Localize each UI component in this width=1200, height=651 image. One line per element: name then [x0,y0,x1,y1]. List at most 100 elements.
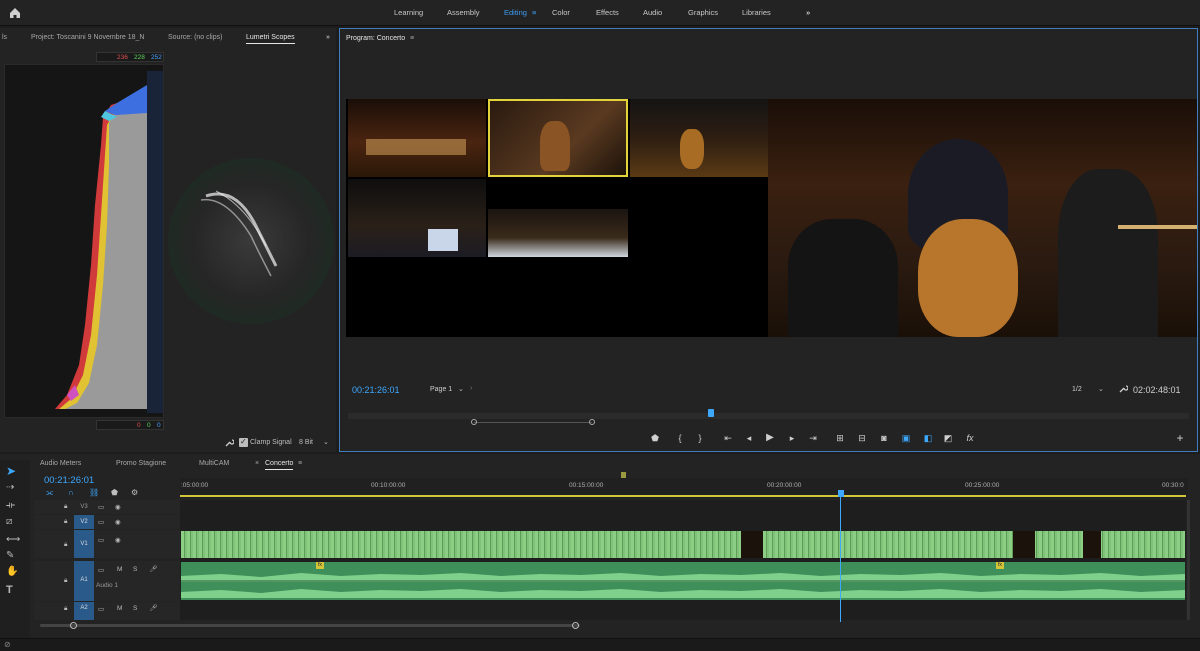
resolution-dropdown[interactable]: 1/2 ⌄ [1070,384,1110,395]
tab-concerto[interactable]: Concerto [265,460,294,470]
v1-clip-thumbnail[interactable] [741,531,763,558]
sync-lock-icon[interactable]: ▭ [98,536,104,544]
workspace-overflow-icon[interactable]: » [806,8,810,17]
track-select-tool-icon[interactable]: ⇢ [6,482,22,498]
tab-multicam[interactable]: MultiCAM [199,460,229,467]
export-frame-icon[interactable]: ◙ [878,433,890,443]
workspace-tab-effects[interactable]: Effects [596,8,619,17]
scrollbar-handle-left[interactable] [70,622,77,629]
ripple-edit-tool-icon[interactable]: ⟛ [6,500,22,516]
panel-menu-icon[interactable]: ≡ [298,460,302,467]
add-marker-icon[interactable]: ⬟ [649,433,661,443]
multicam-view-icon[interactable]: ▣ [900,433,912,443]
timeline-playhead-handle[interactable] [838,490,844,497]
wrench-icon[interactable] [224,438,234,448]
lock-icon[interactable]: 🔒︎ [64,518,67,526]
timeline-timecode[interactable]: 00:21:26:01 [44,475,94,486]
selection-tool-icon[interactable]: ➤ [6,464,22,480]
sequence-marker[interactable] [621,472,626,478]
sync-lock-icon[interactable]: ▭ [98,503,104,511]
workspace-tab-audio[interactable]: Audio [643,8,662,17]
step-back-icon[interactable]: ◂ [743,433,755,443]
clamp-signal-checkbox[interactable]: ✓ [239,437,248,447]
zoom-bar[interactable] [474,422,592,423]
go-to-in-icon[interactable]: ⇤ [722,433,734,443]
tab-promo-stagione[interactable]: Promo Stagione [116,460,166,467]
camera-angle-5[interactable] [488,209,628,257]
mark-out-icon[interactable]: } [694,433,706,443]
type-tool-icon[interactable]: T [6,584,22,600]
work-area-bar[interactable] [180,495,1186,497]
camera-angle-4[interactable] [348,179,486,257]
workspace-tab-learning[interactable]: Learning [394,8,423,17]
timeline-horizontal-scrollbar[interactable] [40,624,580,627]
nest-sequence-icon[interactable]: ⫘ [46,488,53,498]
eye-icon[interactable]: ◉ [115,536,121,544]
fx-icon[interactable]: fx [964,433,976,443]
go-to-out-icon[interactable]: ⇥ [807,433,819,443]
bit-depth-dropdown[interactable]: 8 Bit ⌄ [296,437,332,448]
v1-clip-thumbnail[interactable] [1013,531,1035,558]
workspace-tab-graphics[interactable]: Graphics [688,8,718,17]
play-icon[interactable]: ▶ [764,433,776,443]
track-content-area[interactable] [180,500,1186,620]
tab-audio-meters[interactable]: Audio Meters [40,460,81,467]
workspace-tab-color[interactable]: Color [552,8,570,17]
voiceover-mic-icon[interactable]: 🎤︎ [149,604,157,612]
settings-wrench-icon[interactable] [1118,384,1128,394]
workspace-tab-editing[interactable]: Editing [504,8,527,17]
lock-icon[interactable]: 🔒︎ [64,577,67,585]
slip-tool-icon[interactable]: ⟷ [6,534,22,550]
tab-lumetri-scopes[interactable]: Lumetri Scopes [246,34,295,44]
zoom-handle-left[interactable] [471,419,477,425]
extract-icon[interactable]: ⊟ [856,433,868,443]
home-icon[interactable] [8,6,22,20]
camera-angle-3[interactable] [630,99,768,177]
sync-lock-icon[interactable]: ▭ [98,605,104,613]
add-marker-icon[interactable]: ⬟ [111,488,118,497]
hand-tool-icon[interactable]: ✋ [6,566,22,582]
solo-button[interactable]: S [133,566,137,573]
add-button-icon[interactable]: + [1174,432,1186,444]
page-dropdown[interactable]: Page 1 ⌄ › [428,384,478,395]
solo-button[interactable]: S [133,605,137,612]
workspace-tab-assembly[interactable]: Assembly [447,8,480,17]
step-forward-icon[interactable]: ▸ [786,433,798,443]
mute-button[interactable]: M [117,566,122,573]
proxy-toggle-icon[interactable]: ◧ [922,433,934,443]
eye-icon[interactable]: ◉ [115,503,121,511]
lock-icon[interactable]: 🔒︎ [64,541,67,549]
sync-lock-icon[interactable]: ▭ [98,518,104,526]
panel-overflow-icon[interactable]: » [326,34,330,41]
program-video-frame[interactable] [346,99,1197,337]
linked-selection-icon[interactable]: ⛓ [89,488,99,497]
sync-lock-icon[interactable]: ▭ [98,566,104,574]
chevron-right-icon[interactable]: › [470,385,472,392]
lift-icon[interactable]: ⊞ [834,433,846,443]
lock-icon[interactable]: 🔒︎ [64,503,67,511]
lock-icon[interactable]: 🔒︎ [64,605,67,613]
program-timecode-current[interactable]: 00:21:26:01 [352,385,400,395]
camera-angle-2-active[interactable] [488,99,628,177]
tab-project[interactable]: Project: Toscanini 9 Novembre 18_N [31,34,144,41]
snap-magnet-icon[interactable]: ∩ [68,488,74,497]
mute-button[interactable]: M [117,605,122,612]
timeline-vertical-scrollbar[interactable] [1187,500,1190,620]
tab-source[interactable]: Source: (no clips) [168,34,222,41]
panel-menu-icon[interactable]: ≡ [410,35,414,42]
a1-audio-clip[interactable] [181,562,1185,600]
zoom-handle-right[interactable] [589,419,595,425]
razor-tool-icon[interactable]: ⧄ [6,516,22,532]
workspace-tab-libraries[interactable]: Libraries [742,8,771,17]
mark-in-icon[interactable]: { [674,433,686,443]
voiceover-mic-icon[interactable]: 🎤︎ [149,565,157,573]
program-playhead[interactable] [708,409,714,417]
timeline-settings-icon[interactable]: ⚙ [131,488,138,497]
eye-icon[interactable]: ◉ [115,518,121,526]
pen-tool-icon[interactable]: ✎ [6,550,22,566]
camera-angle-1[interactable] [348,99,486,177]
timeline-playhead-line[interactable] [840,497,841,622]
v1-clip-thumbnail[interactable] [1083,531,1101,558]
comparison-view-icon[interactable]: ◩ [942,433,954,443]
scrollbar-handle-right[interactable] [572,622,579,629]
